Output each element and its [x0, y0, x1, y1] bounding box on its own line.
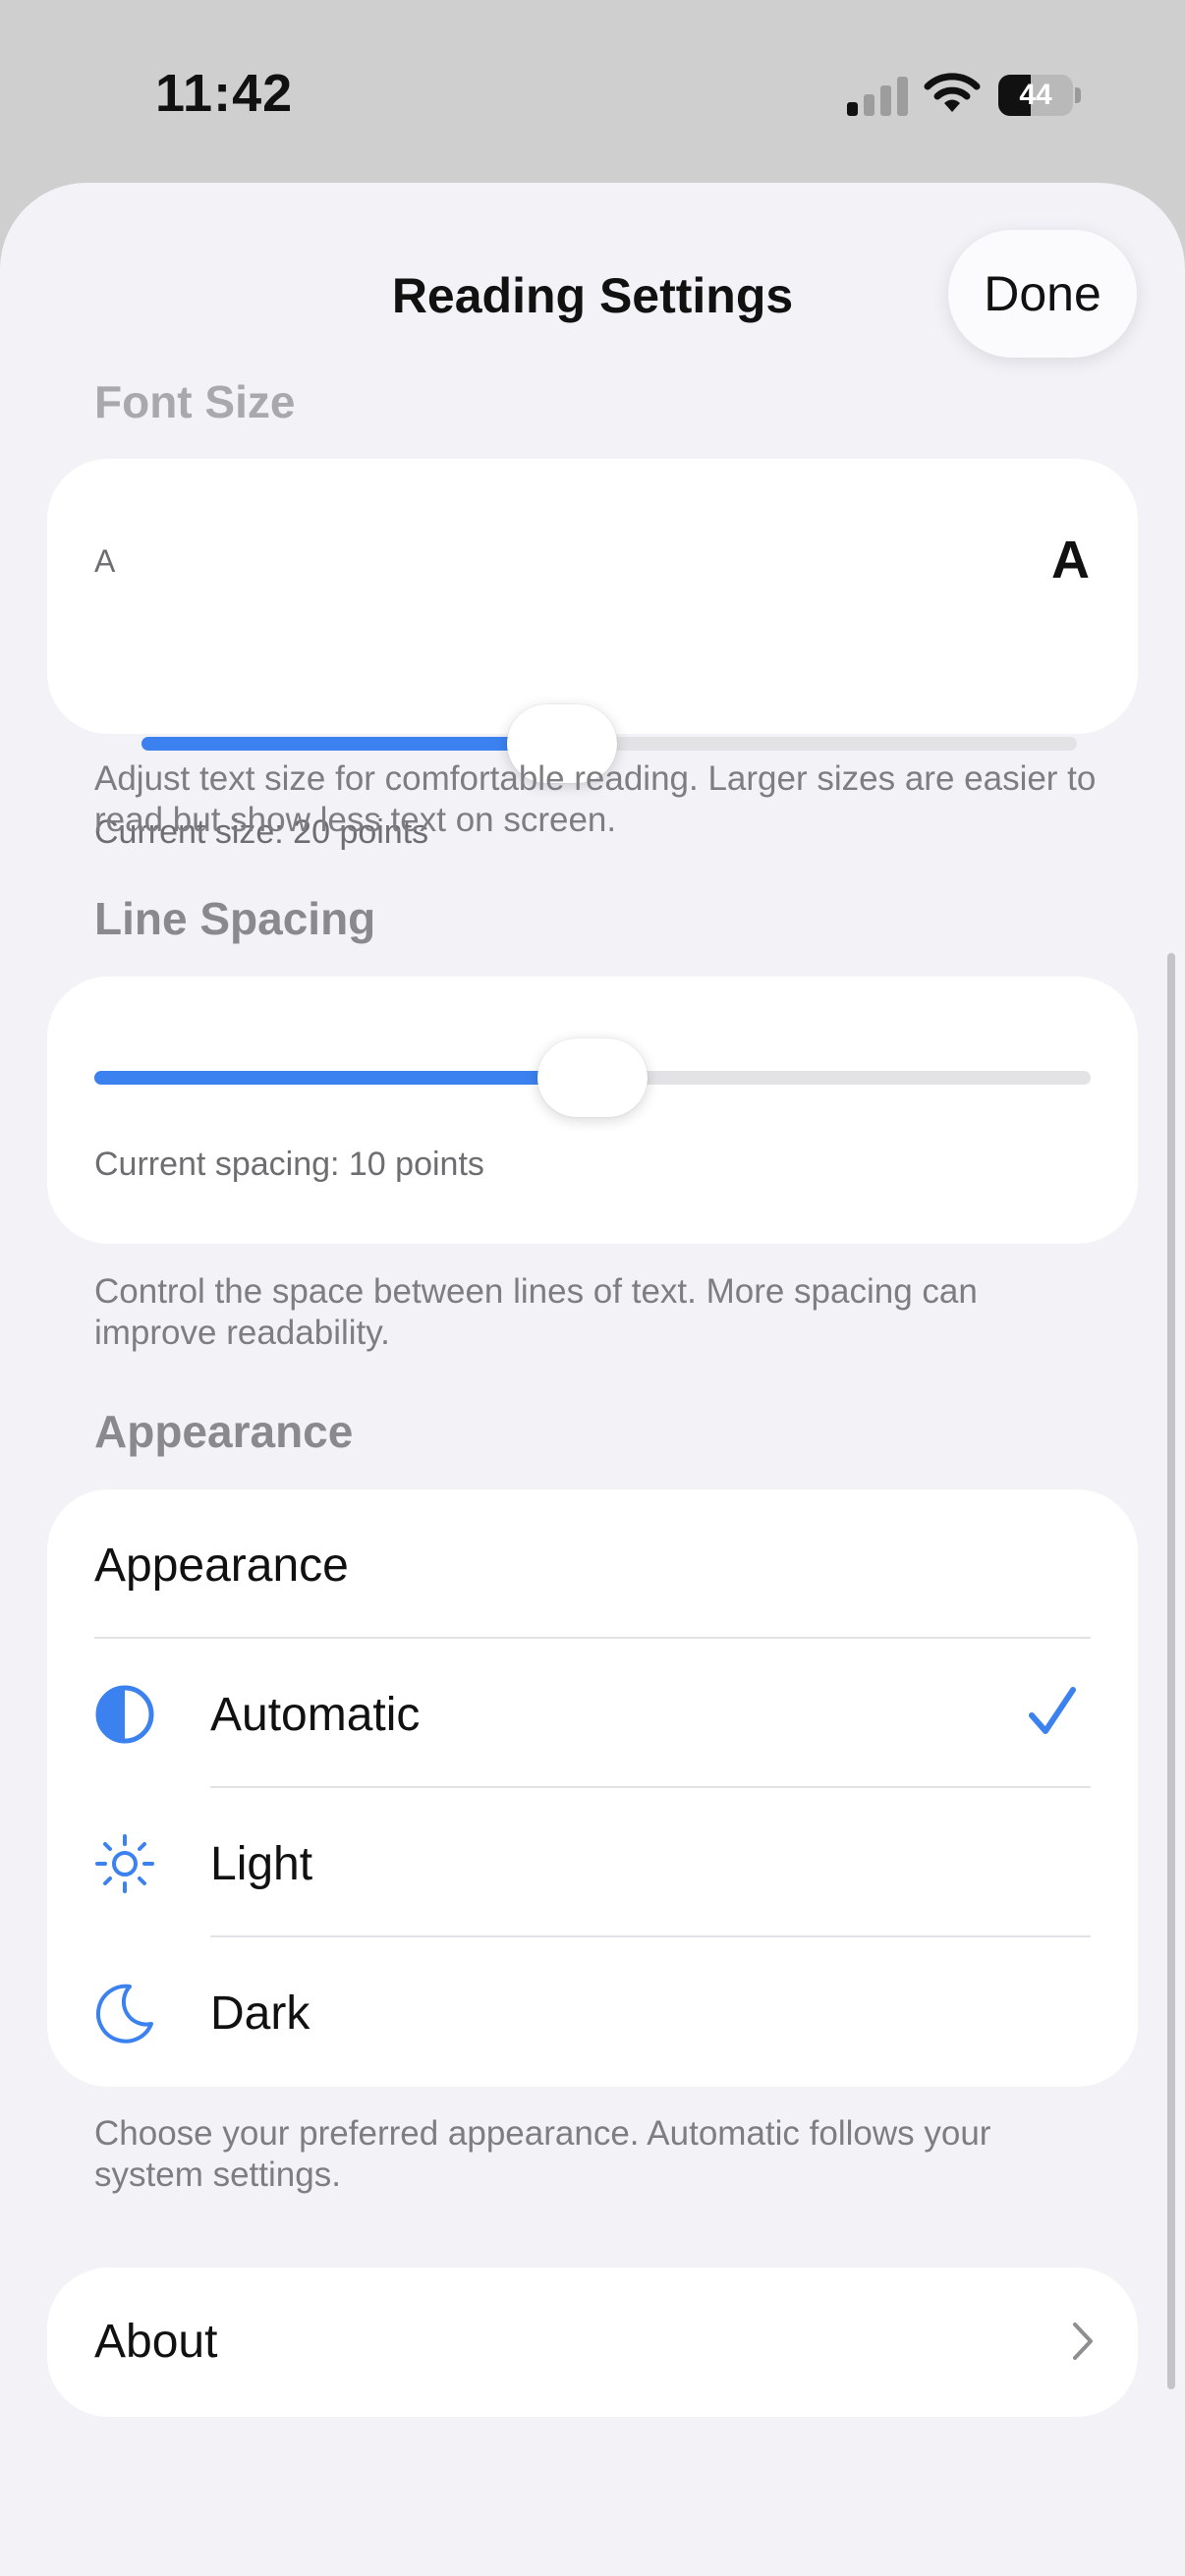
line-spacing-slider-fill: [94, 1071, 592, 1085]
appearance-option-automatic[interactable]: Automatic: [47, 1639, 1138, 1788]
appearance-option-label: Light: [210, 1838, 313, 1890]
appearance-option-label: Dark: [210, 1988, 310, 2040]
line-spacing-caption: Current spacing: 10 points: [94, 1146, 484, 1183]
appearance-footer: Choose your preferred appearance. Automa…: [94, 2114, 991, 2194]
status-time: 11:42: [155, 64, 294, 123]
half-circle-icon: [95, 1685, 154, 1744]
appearance-option-label: Automatic: [210, 1689, 421, 1741]
large-text-glyph: A: [1051, 531, 1090, 589]
small-text-glyph: A: [94, 543, 116, 579]
status-bar: 11:42 44: [0, 0, 1185, 187]
appearance-header: Appearance: [94, 1406, 354, 1457]
font-size-card: A A Current size: 20 points: [47, 459, 1138, 851]
line-spacing-slider[interactable]: [94, 1038, 1091, 1117]
moon-icon: [95, 1984, 153, 2044]
appearance-card: Appearance Automatic Light Dark: [47, 1489, 1138, 2087]
checkmark-icon: [1029, 1687, 1076, 1734]
font-size-footer: Adjust text size for comfortable reading…: [94, 759, 1097, 839]
line-spacing-slider-thumb[interactable]: [537, 1038, 648, 1117]
line-spacing-header: Line Spacing: [94, 893, 376, 944]
line-spacing-footer: Control the space between lines of text.…: [94, 1272, 978, 1352]
font-size-slider-fill: [141, 737, 563, 751]
battery-cap: [1075, 87, 1081, 103]
appearance-title: Appearance: [94, 1540, 349, 1592]
font-size-header: Font Size: [94, 376, 296, 427]
signal-icon: [847, 77, 908, 116]
about-row[interactable]: About: [47, 2268, 1138, 2417]
done-button[interactable]: Done: [948, 230, 1137, 358]
chevron-right-icon: [1073, 2323, 1093, 2360]
sun-icon: [95, 1834, 154, 1893]
battery-level: 44: [1019, 79, 1052, 111]
scroll-indicator[interactable]: [1167, 953, 1175, 2389]
font-size-slider[interactable]: [141, 704, 1077, 783]
appearance-option-light[interactable]: Light: [47, 1788, 1138, 1937]
battery-icon: 44: [998, 75, 1081, 116]
appearance-option-dark[interactable]: Dark: [47, 1937, 1138, 2087]
about-label: About: [94, 2316, 218, 2368]
line-spacing-card: Current spacing: 10 points: [47, 977, 1138, 1244]
battery-body: 44: [998, 75, 1073, 116]
wifi-icon: [924, 73, 981, 112]
reading-settings-sheet: Reading Settings Done Font Size A A Curr…: [0, 183, 1185, 2576]
